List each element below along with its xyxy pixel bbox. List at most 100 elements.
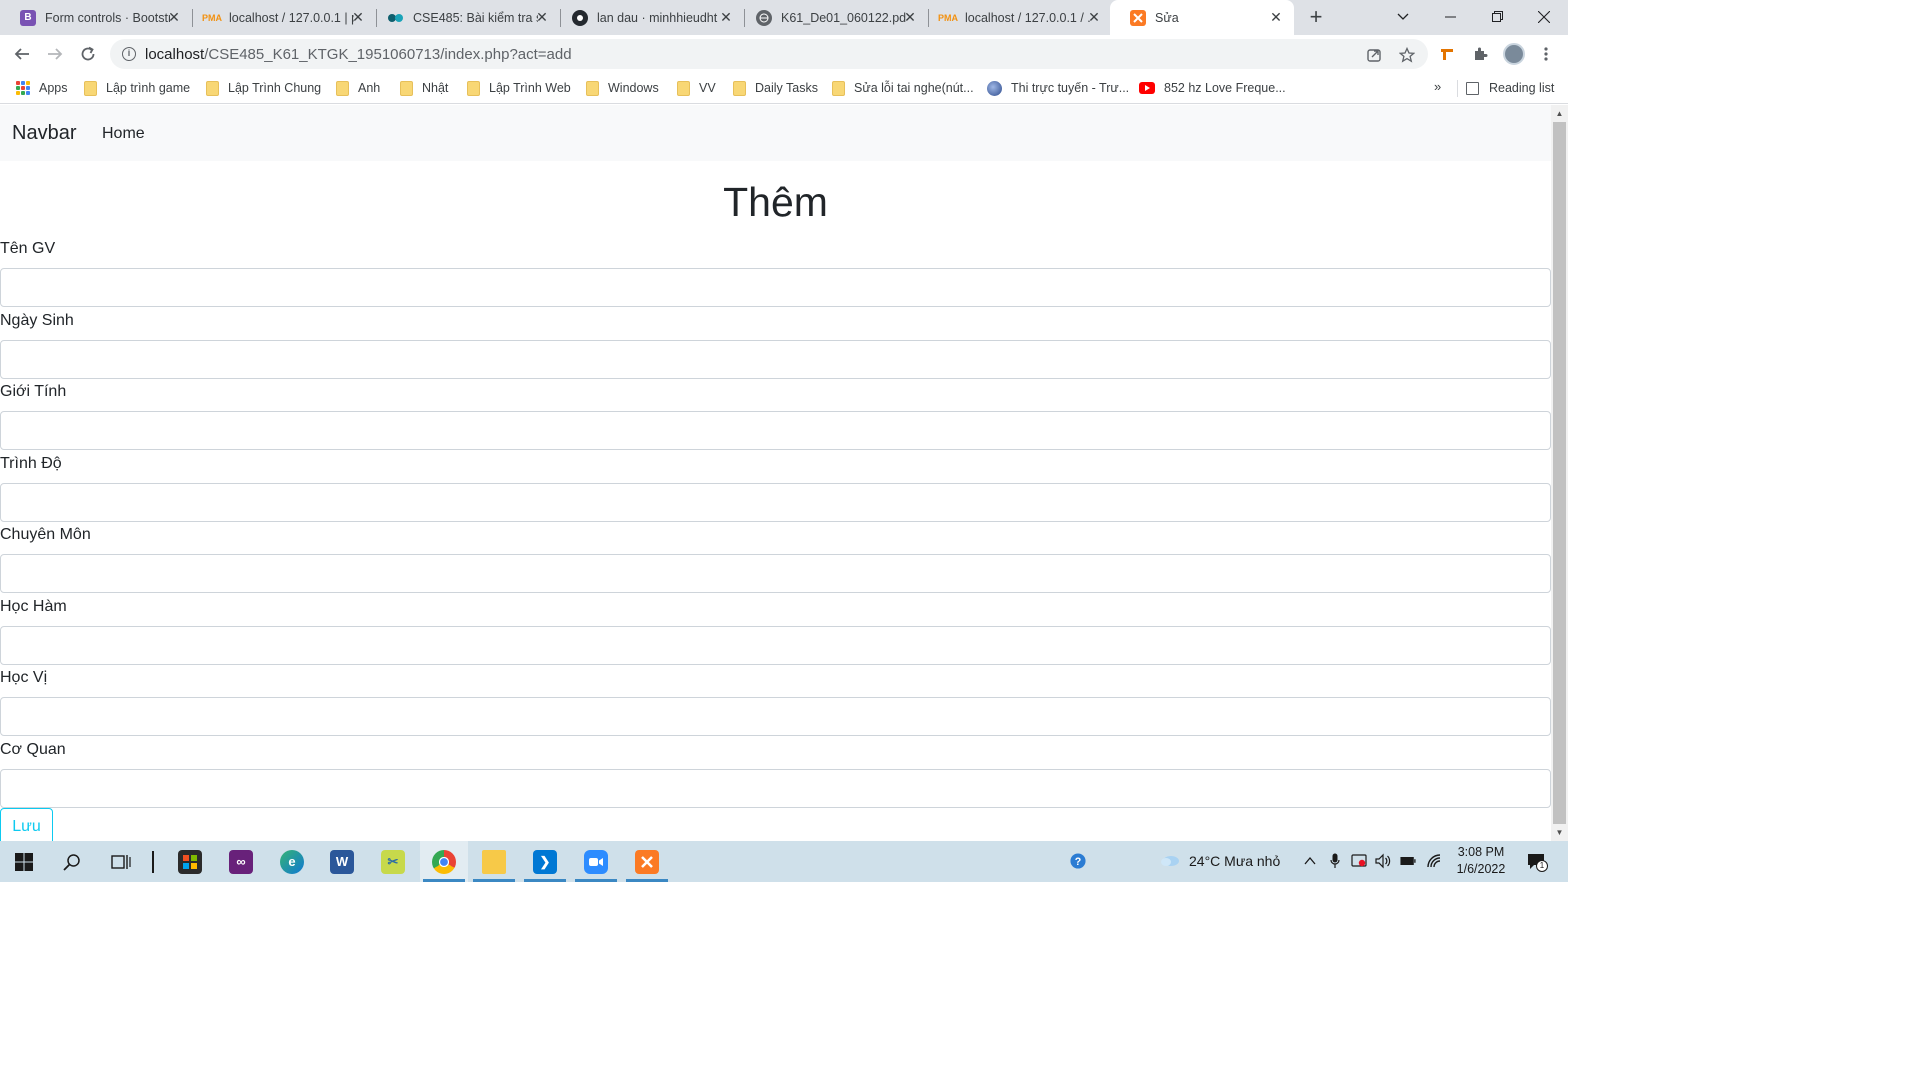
tab-phpmyadmin-1[interactable]: PMA localhost / 127.0.0.1 | phpMyAdmin ✕ — [184, 0, 376, 35]
start-button[interactable] — [0, 841, 48, 882]
navbar-brand[interactable]: Navbar — [12, 122, 76, 145]
chevron-down-icon — [1397, 13, 1409, 20]
forward-button[interactable] — [41, 40, 69, 68]
weather-text[interactable]: 24°C Mưa nhỏ — [1189, 853, 1280, 869]
input-gioi-tinh[interactable] — [0, 411, 1551, 450]
github-icon — [572, 9, 588, 26]
input-co-quan[interactable] — [0, 769, 1551, 808]
menu-kebab-icon[interactable] — [1536, 44, 1556, 64]
wifi-icon[interactable] — [1426, 853, 1442, 869]
tab-title: localhost / 127.0.0.1 | phpMyAdmin — [229, 10, 354, 25]
bookmark-lap-trinh-game[interactable]: Lập trình game — [84, 78, 190, 98]
bookmark-thi-truc-tuyen[interactable]: Thi trực tuyến - Trư... — [987, 78, 1129, 98]
close-icon[interactable]: ✕ — [1268, 9, 1284, 25]
bookmark-nhat[interactable]: Nhật — [400, 78, 448, 98]
taskbar-clock[interactable]: 3:08 PM 1/6/2022 — [1446, 844, 1516, 878]
close-icon[interactable]: ✕ — [534, 9, 550, 25]
reload-button[interactable] — [74, 40, 102, 68]
extension-pin-icon[interactable] — [1437, 44, 1457, 64]
save-button[interactable]: Lưu — [0, 808, 53, 841]
taskbar-chrome[interactable] — [420, 841, 468, 882]
bookmark-star-icon[interactable] — [1398, 46, 1416, 64]
input-ngay-sinh[interactable] — [0, 340, 1551, 379]
task-view-button[interactable] — [97, 841, 145, 882]
close-icon[interactable]: ✕ — [166, 9, 182, 25]
taskbar-zoom[interactable] — [572, 841, 620, 882]
close-icon[interactable]: ✕ — [1086, 9, 1102, 25]
scroll-down-arrow-icon[interactable]: ▼ — [1551, 824, 1568, 841]
label-ten-gv: Tên GV — [0, 240, 56, 257]
search-button[interactable] — [48, 841, 96, 882]
bookmark-anh[interactable]: Anh — [336, 78, 380, 98]
taskbar-file-explorer[interactable] — [470, 841, 518, 882]
extensions-puzzle-icon[interactable] — [1470, 44, 1490, 64]
phpmyadmin-icon: PMA — [202, 12, 222, 23]
arrow-right-icon — [48, 48, 63, 60]
close-icon[interactable]: ✕ — [350, 9, 366, 25]
input-hoc-ham[interactable] — [0, 626, 1551, 665]
bookmarks-overflow-button[interactable]: » — [1434, 79, 1441, 94]
close-icon[interactable]: ✕ — [902, 9, 918, 25]
back-button[interactable] — [8, 40, 36, 68]
new-tab-button[interactable]: + — [1304, 6, 1328, 30]
tab-sua-active[interactable]: Sửa ✕ — [1110, 0, 1294, 36]
minimize-button[interactable] — [1427, 0, 1473, 33]
nav-link-home[interactable]: Home — [102, 125, 145, 143]
close-window-button[interactable] — [1521, 0, 1567, 33]
bookmark-windows[interactable]: Windows — [586, 78, 659, 98]
bookmark-lap-trinh-web[interactable]: Lập Trình Web — [467, 78, 571, 98]
word-icon: W — [330, 849, 354, 874]
apps-grid-icon — [16, 81, 30, 95]
scroll-thumb[interactable] — [1553, 122, 1566, 824]
microphone-icon[interactable] — [1327, 853, 1343, 869]
bookmark-label: VV — [699, 81, 716, 95]
tab-cse485-test[interactable]: CSE485: Bài kiểm tra số 1 ✕ — [368, 0, 560, 35]
close-icon[interactable]: ✕ — [718, 9, 734, 25]
help-icon[interactable]: ? — [1070, 853, 1086, 869]
page-scrollbar[interactable]: ▲ ▼ — [1551, 105, 1568, 841]
scroll-up-arrow-icon[interactable]: ▲ — [1551, 105, 1568, 122]
site-info-icon[interactable]: i — [122, 47, 136, 61]
taskbar-snip-tool[interactable]: ✂ — [369, 841, 417, 882]
tab-bootstrap-form-controls[interactable]: B Form controls · Bootstrap ✕ — [0, 0, 192, 35]
tab-title: Form controls · Bootstrap — [45, 10, 170, 25]
bookmark-daily-tasks[interactable]: Daily Tasks — [733, 78, 818, 98]
taskbar-store[interactable] — [166, 841, 214, 882]
page-viewport: Navbar Home Thêm Tên GV Ngày Sinh Giới T… — [0, 105, 1551, 841]
folder-icon — [467, 80, 480, 96]
taskbar-xampp[interactable] — [623, 841, 671, 882]
tab-pdf[interactable]: K61_De01_060122.pdf ✕ — [736, 0, 928, 35]
input-chuyen-mon[interactable] — [0, 554, 1551, 593]
bookmark-apps[interactable]: Apps — [16, 78, 68, 98]
bookmarks-divider — [1457, 80, 1458, 97]
taskbar-edge[interactable]: e — [268, 841, 316, 882]
volume-icon[interactable] — [1375, 853, 1391, 869]
bookmark-852hz[interactable]: 852 hz Love Freque... — [1139, 78, 1286, 98]
bookmark-sua-loi-tai-nghe[interactable]: Sửa lỗi tai nghe(nút... — [832, 78, 974, 98]
weather-cloud-icon[interactable] — [1158, 853, 1182, 869]
address-bar[interactable]: i localhost/CSE485_K61_KTGK_1951060713/i… — [110, 39, 1428, 69]
taskbar-vscode[interactable]: ❯ — [521, 841, 569, 882]
taskbar-visual-studio[interactable]: ∞ — [217, 841, 265, 882]
browser-tab-strip: B Form controls · Bootstrap ✕ PMA localh… — [0, 0, 1568, 36]
tab-github[interactable]: lan dau · minhhieudht ✕ — [552, 0, 744, 35]
tab-phpmyadmin-2[interactable]: PMA localhost / 127.0.0.1 / ... ✕ — [920, 0, 1112, 35]
reading-list-button[interactable]: Reading list — [1466, 78, 1554, 98]
bookmark-lap-trinh-chung[interactable]: Lập Trình Chung — [206, 78, 321, 98]
chevron-up-icon[interactable] — [1302, 853, 1318, 869]
battery-icon[interactable] — [1400, 853, 1416, 869]
defender-icon[interactable] — [1351, 853, 1367, 869]
restore-button[interactable] — [1474, 0, 1520, 33]
input-hoc-vi[interactable] — [0, 697, 1551, 736]
taskbar-divider — [152, 851, 154, 873]
input-ten-gv[interactable] — [0, 268, 1551, 307]
taskbar-word[interactable]: W — [318, 841, 366, 882]
profile-avatar[interactable] — [1503, 43, 1525, 65]
tab-search-button[interactable] — [1380, 0, 1426, 33]
snipping-tool-icon: ✂ — [381, 849, 405, 874]
input-trinh-do[interactable] — [0, 483, 1551, 522]
folder-icon — [84, 80, 97, 96]
share-icon[interactable] — [1365, 46, 1383, 64]
action-center-button[interactable]: 1 — [1526, 852, 1548, 872]
bookmark-vv[interactable]: VV — [677, 78, 716, 98]
